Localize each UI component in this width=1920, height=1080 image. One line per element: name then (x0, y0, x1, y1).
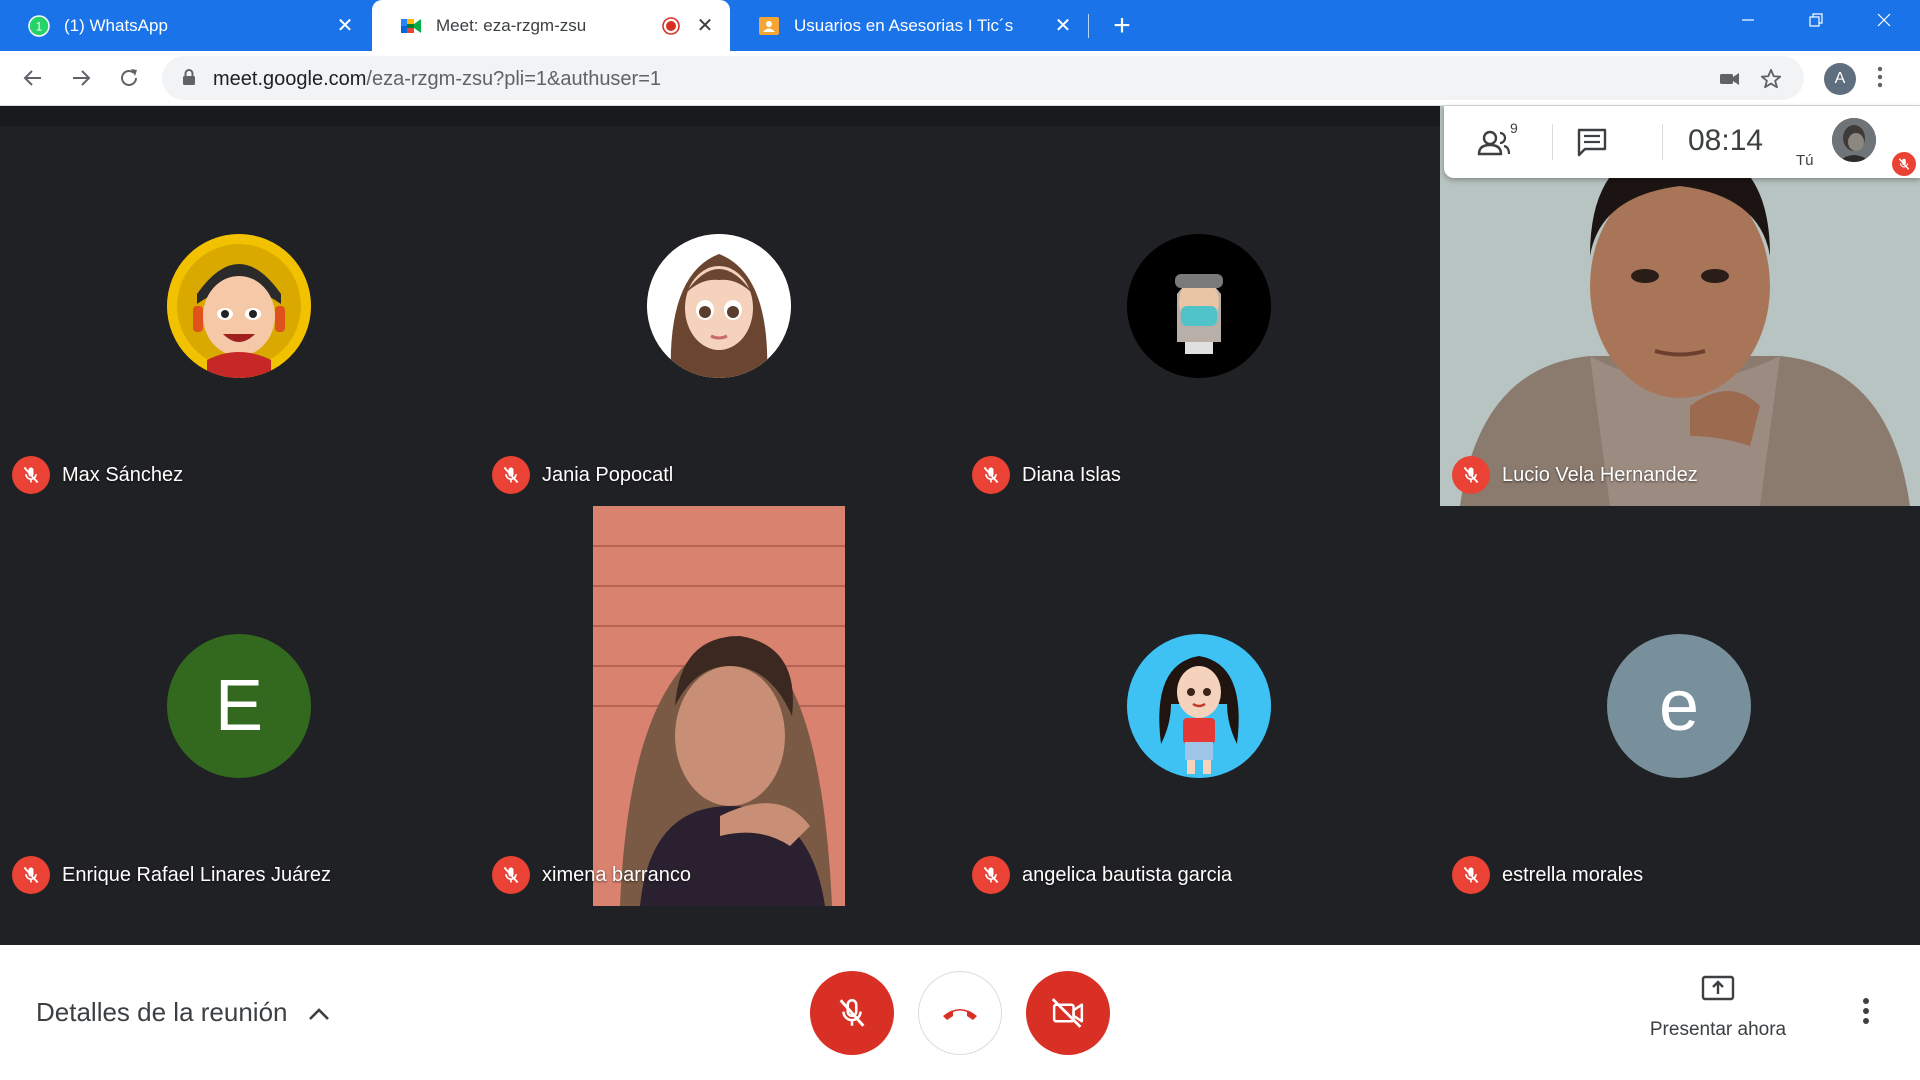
mic-off-icon (12, 456, 50, 494)
participant-video-tile[interactable]: ximena barranco (480, 506, 960, 906)
close-tab-icon[interactable]: ✕ (332, 13, 358, 39)
meeting-details-button[interactable]: Detalles de la reunión (36, 997, 330, 1028)
participant-nameplate: Jania Popocatl (492, 456, 673, 494)
mic-off-icon (12, 856, 50, 894)
participant-nameplate: angelica bautista garcia (972, 856, 1232, 894)
back-button[interactable] (16, 61, 50, 95)
mic-off-icon (1452, 856, 1490, 894)
mic-off-icon (835, 996, 869, 1030)
self-label: Tú (1796, 152, 1814, 169)
participant-nameplate: estrella morales (1452, 856, 1643, 894)
leave-call-button[interactable] (918, 971, 1002, 1055)
panel-divider (1552, 124, 1553, 160)
meet-control-bar: Detalles de la reunión Presentar ahora (0, 945, 1920, 1080)
panel-divider (1662, 124, 1663, 160)
svg-text:1: 1 (36, 19, 43, 33)
meeting-info-panel: 9 08:14 Tú (1444, 106, 1920, 178)
participant-nameplate: Max Sánchez (12, 456, 183, 494)
url-text: meet.google.com/eza-rzgm-zsu?pli=1&authu… (213, 68, 662, 90)
new-tab-button[interactable]: + (1104, 8, 1140, 44)
present-now-button[interactable]: Presentar ahora (1620, 975, 1816, 1041)
more-options-icon[interactable] (1862, 997, 1870, 1030)
present-screen-icon (1620, 975, 1816, 1009)
meeting-clock: 08:14 (1688, 124, 1764, 157)
participants-button[interactable]: 9 (1476, 120, 1518, 160)
participant-avatar (167, 234, 311, 378)
participant-nameplate: ximena barranco (492, 856, 691, 894)
camera-toggle-button[interactable] (1026, 971, 1110, 1055)
participant-tile[interactable]: Max Sánchez (0, 106, 480, 506)
participant-nameplate: Diana Islas (972, 456, 1121, 494)
address-bar[interactable]: meet.google.com/eza-rzgm-zsu?pli=1&authu… (162, 56, 1804, 100)
bookmark-star-icon[interactable] (1758, 66, 1784, 92)
participant-tile[interactable]: E Enrique Rafael Linares Juárez (0, 506, 480, 906)
participant-nameplate: Enrique Rafael Linares Juárez (12, 856, 331, 894)
google-meet-icon (400, 15, 422, 37)
chevron-up-icon (308, 997, 330, 1028)
recording-indicator-icon (662, 16, 680, 35)
microphone-toggle-button[interactable] (810, 971, 894, 1055)
classroom-icon (758, 15, 780, 37)
participant-video (480, 506, 960, 906)
tab-title: Usuarios en Asesorias I Tic´s (794, 15, 1014, 35)
participant-name: Enrique Rafael Linares Juárez (62, 863, 332, 886)
participant-name: estrella morales (1502, 863, 1644, 886)
mic-off-icon (972, 856, 1010, 894)
participant-name: Diana Islas (1022, 463, 1121, 486)
profile-avatar[interactable]: A (1824, 63, 1856, 95)
browser-toolbar: meet.google.com/eza-rzgm-zsu?pli=1&authu… (0, 51, 1920, 106)
tab-whatsapp[interactable]: 1 (1) WhatsApp ✕ (0, 0, 370, 51)
forward-button[interactable] (64, 61, 98, 95)
hang-up-icon (941, 1004, 979, 1022)
participant-tile[interactable]: Jania Popocatl (480, 106, 960, 506)
whatsapp-icon: 1 (28, 14, 50, 37)
self-mic-off-icon (1892, 152, 1916, 176)
browser-menu-icon[interactable] (1876, 65, 1884, 94)
tab-meet[interactable]: Meet: eza-rzgm-zsu ✕ (372, 0, 730, 51)
participant-name: Lucio Vela Hernandez (1502, 463, 1698, 486)
mic-off-icon (492, 856, 530, 894)
participant-tile[interactable]: angelica bautista garcia (960, 506, 1440, 906)
mic-off-icon (972, 456, 1010, 494)
chat-button[interactable] (1572, 124, 1612, 160)
participant-count: 9 (1510, 120, 1518, 136)
participant-avatar (1127, 234, 1271, 378)
participant-name: angelica bautista garcia (1022, 863, 1233, 886)
meeting-details-label: Detalles de la reunión (36, 997, 288, 1027)
participant-name: Max Sánchez (62, 463, 184, 486)
meet-stage: Max Sánchez Jania Popocatl Diana Islas L… (0, 106, 1920, 945)
camera-off-icon (1050, 996, 1086, 1030)
minimize-button[interactable] (1714, 0, 1782, 40)
mic-off-icon (492, 456, 530, 494)
participant-name: Jania Popocatl (542, 463, 674, 486)
participant-tile[interactable]: Diana Islas (960, 106, 1440, 506)
lock-icon[interactable] (182, 68, 196, 91)
restore-button[interactable] (1782, 0, 1850, 40)
tab-classroom[interactable]: Usuarios en Asesorias I Tic´s ✕ (730, 0, 1088, 51)
browser-tab-strip: 1 (1) WhatsApp ✕ Meet: eza-rzgm-zsu ✕ Us… (0, 0, 1920, 51)
present-now-label: Presentar ahora (1649, 1019, 1787, 1040)
tab-title: Meet: eza-rzgm-zsu (436, 15, 587, 35)
self-view-thumbnail[interactable] (1832, 118, 1876, 162)
camera-in-use-icon[interactable] (1717, 66, 1743, 92)
participant-avatar (1127, 634, 1271, 778)
tab-title: (1) WhatsApp (64, 15, 168, 35)
close-tab-icon[interactable]: ✕ (692, 13, 718, 39)
tab-separator (1088, 14, 1089, 38)
participant-letter-avatar: E (167, 634, 311, 778)
close-tab-icon[interactable]: ✕ (1050, 13, 1076, 39)
reload-button[interactable] (112, 61, 146, 95)
participant-letter-avatar: e (1607, 634, 1751, 778)
mic-off-icon (1452, 456, 1490, 494)
participant-tile[interactable]: e estrella morales (1440, 506, 1920, 906)
participant-avatar (647, 234, 791, 378)
close-window-button[interactable] (1850, 0, 1918, 40)
participant-nameplate: Lucio Vela Hernandez (1452, 456, 1698, 494)
participant-name: ximena barranco (542, 863, 691, 886)
